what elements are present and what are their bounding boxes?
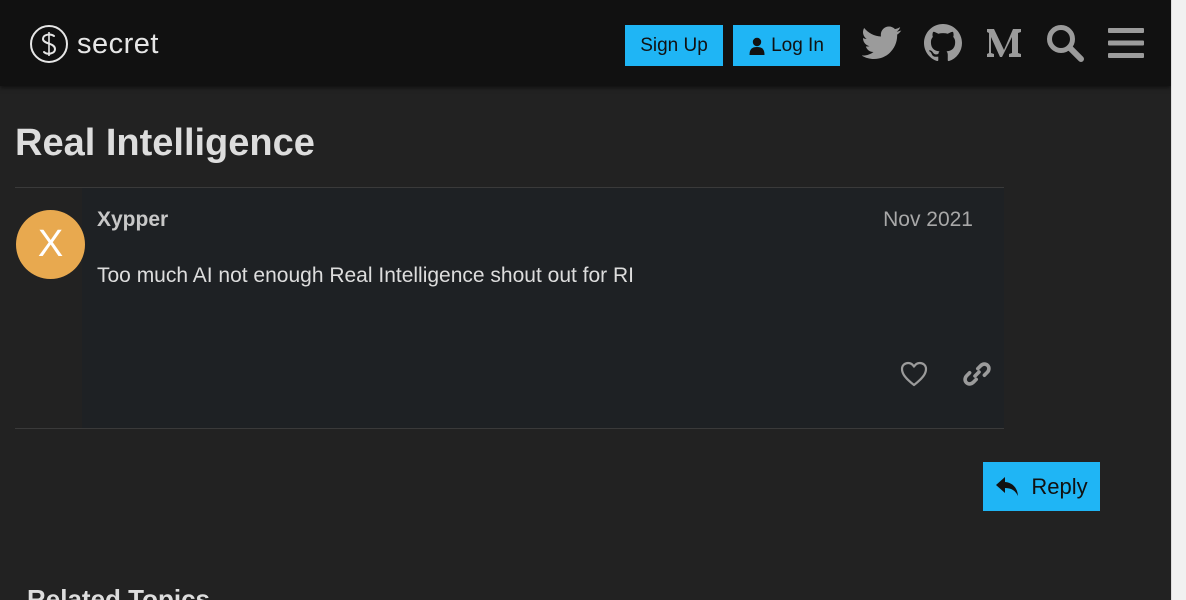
sign-up-label: Sign Up [640,34,708,56]
like-button[interactable] [897,357,931,391]
search-button[interactable] [1044,22,1086,64]
log-in-button[interactable]: Log In [733,25,840,66]
medium-link[interactable] [983,22,1025,64]
post-divider-bottom [15,428,1004,429]
reply-button[interactable]: Reply [983,462,1100,511]
page-content: secret Sign Up Log In Real Intelligence … [0,0,1171,600]
user-icon [749,37,765,55]
medium-icon [987,29,1021,57]
secret-logo-icon [30,25,68,63]
post-body [82,188,1004,428]
site-logo[interactable]: secret [29,24,159,64]
log-in-label: Log In [771,34,824,56]
reply-icon [996,476,1019,496]
topic-title[interactable]: Real Intelligence [15,121,315,165]
copy-link-button[interactable] [960,357,994,391]
hamburger-menu-icon [1108,28,1144,58]
sign-up-button[interactable]: Sign Up [625,25,723,66]
heart-icon [900,361,928,387]
twitter-link[interactable] [861,22,903,64]
search-icon [1047,25,1084,62]
vertical-scrollbar[interactable] [1171,0,1186,600]
reply-label: Reply [1031,473,1088,499]
link-icon [963,362,991,386]
github-icon [924,24,962,62]
site-logo-text: secret [77,27,159,60]
site-header: secret Sign Up Log In [0,0,1171,86]
twitter-icon [862,26,902,59]
post-text: Too much AI not enough Real Intelligence… [97,264,635,287]
hamburger-menu-button[interactable] [1105,22,1147,64]
related-topics-heading: Related Topics [27,584,211,600]
avatar-letter: X [37,223,64,265]
scrollbar-edge [1171,0,1172,600]
post-username[interactable]: Xypper [97,208,168,232]
post-date[interactable]: Nov 2021 [883,208,973,232]
avatar[interactable]: X [16,210,85,279]
github-link[interactable] [922,22,964,64]
